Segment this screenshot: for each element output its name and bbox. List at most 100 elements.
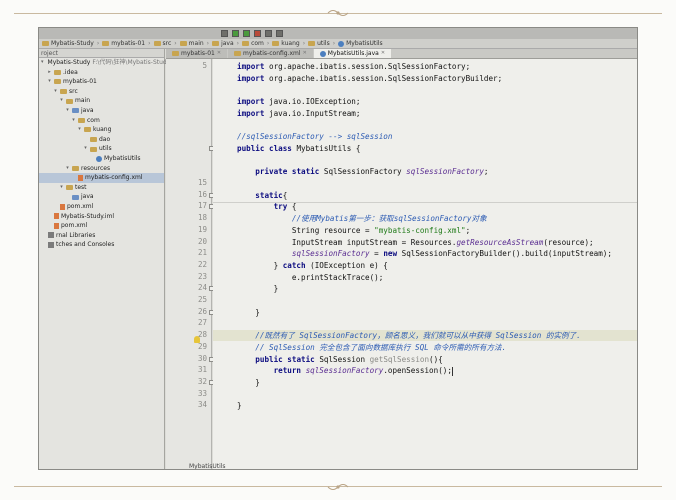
code-editor[interactable]: import org.apache.ibatis.session.SqlSess… [213, 59, 637, 469]
expand-arrow-icon[interactable]: ▾ [77, 125, 82, 135]
line-number: 27 [197, 318, 207, 328]
debug-icon[interactable] [243, 30, 250, 37]
close-icon[interactable]: ✕ [217, 49, 221, 58]
folder-icon [102, 41, 110, 46]
folder-icon [84, 127, 91, 133]
tree-item[interactable]: dao [39, 135, 164, 145]
tree-item[interactable]: ▸ .idea [39, 68, 164, 78]
folder-icon [153, 41, 161, 46]
expand-arrow-icon[interactable]: ▾ [59, 96, 64, 106]
code-token: //sqlSessionFactory --> sqlSession [237, 132, 393, 142]
breadcrumb-item[interactable]: com [239, 40, 267, 47]
tree-item-label: java [81, 106, 94, 114]
library-icon [48, 242, 54, 249]
tree-item-label: MybatisUtils [104, 154, 141, 162]
tree-item[interactable]: ▾ com [39, 116, 164, 126]
code-line: return sqlSessionFactory.openSession(); [213, 365, 637, 376]
code-token: e.printStackTrace(); [237, 272, 384, 282]
code-token: // SqlSession 完全包含了面向数据库执行 SQL 命令所需的所有方法… [255, 342, 507, 352]
editor-tab[interactable]: mybatis-config.xml ✕ [228, 49, 313, 58]
tree-item[interactable]: ▾ src [39, 87, 164, 97]
expand-arrow-icon[interactable]: ▾ [59, 183, 64, 193]
tree-item[interactable]: mybatis-config.xml [39, 173, 164, 183]
breadcrumb-item[interactable]: Mybatis-Study [39, 40, 97, 47]
tree-item[interactable]: ▾ main [39, 96, 164, 106]
project-tree: ▾ Mybatis-Study F:\代码\狂神\Mybatis-Study [1… [39, 58, 202, 250]
tree-item[interactable]: java [39, 192, 164, 202]
code-token: (){ [429, 354, 443, 364]
tree-item[interactable]: ▾ kuang [39, 125, 164, 135]
breadcrumb-item[interactable]: utils [305, 40, 333, 47]
code-token: org.apache.ibatis.session.SqlSessionFact… [269, 62, 471, 71]
code-line: import org.apache.ibatis.session.SqlSess… [213, 61, 637, 72]
source-folder-icon [72, 194, 79, 200]
code-token: "mybatis-config.xml" [374, 225, 466, 235]
tree-item-label: main [75, 97, 90, 105]
build-icon[interactable] [221, 30, 228, 37]
ornament-icon [327, 10, 349, 16]
expand-arrow-icon[interactable]: ▾ [65, 106, 70, 116]
code-line: static{ [213, 190, 637, 201]
editor-tab[interactable]: mybatis-01 ✕ [166, 49, 228, 58]
code-token: java.io.IOException; [269, 97, 361, 107]
tree-item[interactable]: Mybatis-Study.iml [39, 212, 164, 222]
line-number: 22 [197, 259, 207, 269]
code-line: // SqlSession 完全包含了面向数据库执行 SQL 命令所需的所有方法… [213, 342, 637, 353]
expand-arrow-icon[interactable]: ▾ [53, 87, 58, 97]
tree-item[interactable]: ▾ mybatis-01 [39, 77, 164, 87]
breadcrumb-item[interactable]: main [177, 40, 207, 47]
tree-item[interactable]: ▾ Mybatis-Study F:\代码\狂神\Mybatis-Study [1… [39, 58, 202, 68]
code-token: public class [237, 143, 297, 153]
tab-label: MybatisUtils.java [327, 50, 379, 57]
tree-item[interactable]: tches and Consoles [39, 240, 164, 250]
breadcrumb-item[interactable]: mybatis-01 [99, 40, 148, 47]
project-panel-header[interactable]: roject [39, 49, 164, 58]
breadcrumb-item[interactable]: MybatisUtils [335, 40, 386, 47]
breadcrumb-label: utils [317, 40, 330, 47]
tree-item[interactable]: rnal Libraries [39, 231, 164, 241]
expand-arrow-icon[interactable]: ▾ [65, 164, 70, 174]
close-icon[interactable]: ✕ [381, 49, 385, 58]
coverage-icon[interactable] [265, 30, 272, 37]
code-token: //使用Mybatis第一步：获取sqlSessionFactory对象 [291, 214, 487, 224]
code-token: SqlSessionFactory [323, 167, 407, 177]
breadcrumb-item[interactable]: src [151, 40, 175, 47]
code-token: = [369, 249, 384, 259]
tree-item-label: .idea [63, 68, 78, 76]
tree-item[interactable]: ▾ resources [39, 164, 164, 174]
expand-arrow-icon[interactable]: ▾ [41, 58, 44, 68]
line-number: 31 [197, 365, 207, 375]
tree-item[interactable]: pom.xml [39, 221, 164, 231]
code-line: //sqlSessionFactory --> sqlSession [213, 131, 637, 142]
code-line: public static SqlSession getSqlSession()… [213, 354, 637, 365]
breadcrumb-item[interactable]: java [209, 40, 237, 47]
tree-item[interactable]: MybatisUtils [39, 154, 164, 164]
code-line: import java.io.InputStream; [213, 108, 637, 119]
close-icon[interactable]: ✕ [303, 49, 307, 58]
tree-item[interactable]: ▾ test [39, 183, 164, 193]
tree-item[interactable]: pom.xml [39, 202, 164, 212]
expand-arrow-icon[interactable]: ▾ [83, 144, 88, 154]
run-icon[interactable] [232, 30, 239, 37]
editor-tab[interactable]: MybatisUtils.java ✕ [313, 49, 392, 58]
code-line: try { [213, 201, 637, 212]
folder-icon [78, 117, 85, 123]
code-token: java.io.InputStream; [269, 108, 361, 118]
code-line: import org.apache.ibatis.session.SqlSess… [213, 73, 637, 84]
tree-item[interactable]: ▾ java [39, 106, 164, 116]
search-icon[interactable] [276, 30, 283, 37]
breadcrumb-item[interactable]: kuang [269, 40, 302, 47]
tree-item[interactable]: ▾ utils [39, 144, 164, 154]
code-token: MybatisUtils { [296, 143, 361, 153]
expand-arrow-icon[interactable]: ▾ [71, 116, 76, 126]
code-token: String resource = [237, 225, 375, 235]
stop-icon[interactable] [254, 30, 261, 37]
expand-arrow-icon[interactable]: ▾ [47, 77, 52, 87]
expand-arrow-icon[interactable]: ▸ [47, 68, 52, 78]
line-number: 34 [197, 400, 207, 410]
